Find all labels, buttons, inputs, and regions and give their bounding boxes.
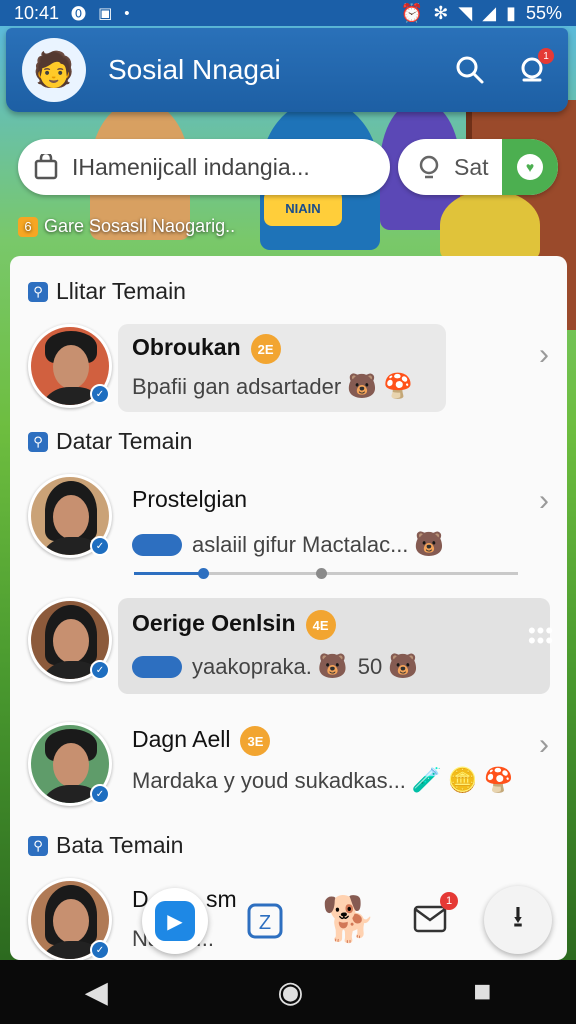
- system-navigation-bar: ◀ ◉ ■: [0, 960, 576, 1024]
- last-message: yaakopraka. 🐻 50 🐻: [132, 652, 418, 681]
- trophy-icon: ♥: [517, 154, 543, 180]
- more-options-icon[interactable]: ••• •••: [527, 620, 555, 652]
- battery-level: 55%: [525, 2, 562, 23]
- list-item[interactable]: ✓ Dagn Aell 3E Mardaka y youd sukadkas...…: [10, 718, 567, 822]
- section-icon: ⚲: [28, 835, 48, 856]
- coin-icon: 🪙: [447, 767, 478, 794]
- bear-icon: 🐻: [317, 653, 348, 680]
- section-title: ⚲ Datar Temain: [28, 428, 192, 455]
- home-icon[interactable]: ◉: [277, 975, 303, 1010]
- app-title: Sosial Nnagai: [108, 54, 281, 85]
- status-time: 10:41: [14, 2, 60, 23]
- app-header: 🧑 Sosial Nnagai 1: [6, 28, 568, 112]
- friend-name: Oerige Oenlsin 4E: [132, 610, 336, 640]
- mail-button[interactable]: 1: [410, 892, 458, 938]
- alarm-icon: ⏰: [400, 2, 424, 23]
- friends-panel: ⚲ Llitar Temain ✓ Obroukan 2E Bpafii gan …: [10, 256, 567, 960]
- wifi-icon: ◥: [458, 2, 473, 23]
- verified-icon: ✓: [90, 536, 110, 556]
- signal-icon: ◢: [482, 2, 497, 23]
- app-logo[interactable]: 🧑: [22, 38, 86, 102]
- level-badge: 4E: [305, 610, 336, 640]
- level-badge: 2E: [250, 334, 281, 364]
- progress-track[interactable]: [134, 568, 518, 579]
- list-item[interactable]: ✓ Prostelgian aslaiil gifur Mactalac... …: [10, 470, 567, 586]
- friend-name: Obroukan 2E: [132, 334, 281, 364]
- mascot-button[interactable]: 🐕: [321, 886, 377, 952]
- search-placeholder: IHamenijcall indangia...: [72, 153, 310, 180]
- status-pill: [132, 655, 182, 678]
- bag-icon: [34, 154, 58, 180]
- chevron-right-icon[interactable]: ›: [539, 484, 549, 518]
- verified-icon: ✓: [90, 660, 110, 680]
- bear-icon: 🐻: [388, 653, 419, 680]
- dog-mascot-icon: 🐕: [321, 895, 377, 944]
- green-toggle[interactable]: ♥: [502, 139, 558, 195]
- last-message: Mardaka y youd sukadkas... 🧪 🪙 🍄: [132, 767, 514, 794]
- score: 50: [357, 653, 383, 679]
- play-button[interactable]: ▶: [142, 888, 208, 954]
- battery-icon: ▮: [506, 2, 516, 23]
- chevron-right-icon[interactable]: ›: [539, 728, 549, 762]
- progress-knob[interactable]: [198, 568, 209, 579]
- section-icon: ⚲: [28, 431, 48, 452]
- notification-badge: 1: [538, 48, 554, 64]
- game-icon: 6: [18, 216, 38, 237]
- mail-badge: 1: [440, 892, 458, 910]
- status-bar: 10:41 ⓿ ▣ • ⏰ ✻ ◥ ◢ ▮ 55%: [0, 0, 576, 26]
- search-icon: [456, 56, 484, 84]
- section-icon: ⚲: [28, 281, 48, 302]
- mushroom-icon: 🍄: [383, 373, 413, 400]
- status-right: ⏰ ✻ ◥ ◢ ▮ 55%: [401, 3, 562, 24]
- sat-filter-button[interactable]: Sat ♥: [398, 139, 558, 195]
- vibrate-icon: ✻: [433, 2, 449, 23]
- verified-icon: ✓: [90, 784, 110, 804]
- back-icon[interactable]: ◀: [85, 975, 108, 1010]
- chevron-right-icon[interactable]: ›: [539, 338, 549, 372]
- friend-name: Dagn Aell 3E: [132, 726, 271, 756]
- sleep-button[interactable]: Z: [242, 898, 288, 944]
- dot-icon: •: [124, 4, 130, 22]
- last-message: Bpafii gan adsartader 🐻 🍄: [132, 373, 413, 400]
- background-figure: [440, 190, 540, 260]
- bear-icon: 🐻: [347, 373, 378, 400]
- progress-marker: [316, 568, 327, 579]
- section-title-text: Bata Temain: [56, 832, 184, 858]
- game-label-text: Gare Sosasll Naogarig..: [44, 216, 236, 236]
- potion-icon: 🧪: [411, 767, 442, 794]
- verified-icon: ✓: [90, 384, 110, 404]
- svg-text:Z: Z: [259, 912, 271, 934]
- status-pill: [132, 533, 182, 556]
- sleep-icon: Z: [247, 903, 283, 939]
- mushroom-icon: 🍄: [483, 767, 514, 794]
- sat-label: Sat: [454, 153, 489, 180]
- last-message: aslaiil gifur Mactalac... 🐻: [132, 530, 444, 559]
- friend-name: Prostelgian: [132, 486, 248, 512]
- background-shirt-print: NIAIN: [264, 190, 342, 226]
- upload-button[interactable]: ⭳: [484, 886, 552, 954]
- bear-icon: 🐻: [414, 531, 445, 558]
- bottom-navigation: ▶ Z 🐕 1 ⭳: [10, 880, 567, 960]
- list-item[interactable]: ✓ Oerige Oenlsin 4E yaakopraka. 🐻 50 🐻 ••…: [10, 594, 567, 698]
- notification-icon: ⓿: [71, 5, 87, 23]
- level-badge: 3E: [240, 726, 271, 756]
- lightbulb-icon: [419, 155, 439, 179]
- search-field[interactable]: IHamenijcall indangia...: [18, 139, 390, 195]
- list-item[interactable]: ✓ Obroukan 2E Bpafii gan adsartader 🐻 🍄 ›: [10, 320, 567, 420]
- recents-icon[interactable]: ■: [473, 975, 491, 1009]
- section-title: ⚲ Bata Temain: [28, 832, 183, 859]
- section-title: ⚲ Llitar Temain: [28, 278, 186, 305]
- upload-icon: ⭳: [512, 900, 524, 934]
- game-label[interactable]: 6 Gare Sosasll Naogarig..: [18, 216, 235, 237]
- app-notification-icon: ▣: [98, 5, 113, 22]
- section-title-text: Datar Temain: [56, 428, 193, 454]
- play-icon: ▶: [155, 901, 195, 941]
- notifications-button[interactable]: 1: [512, 48, 554, 90]
- section-title-text: Llitar Temain: [56, 278, 186, 304]
- search-button[interactable]: [450, 50, 490, 90]
